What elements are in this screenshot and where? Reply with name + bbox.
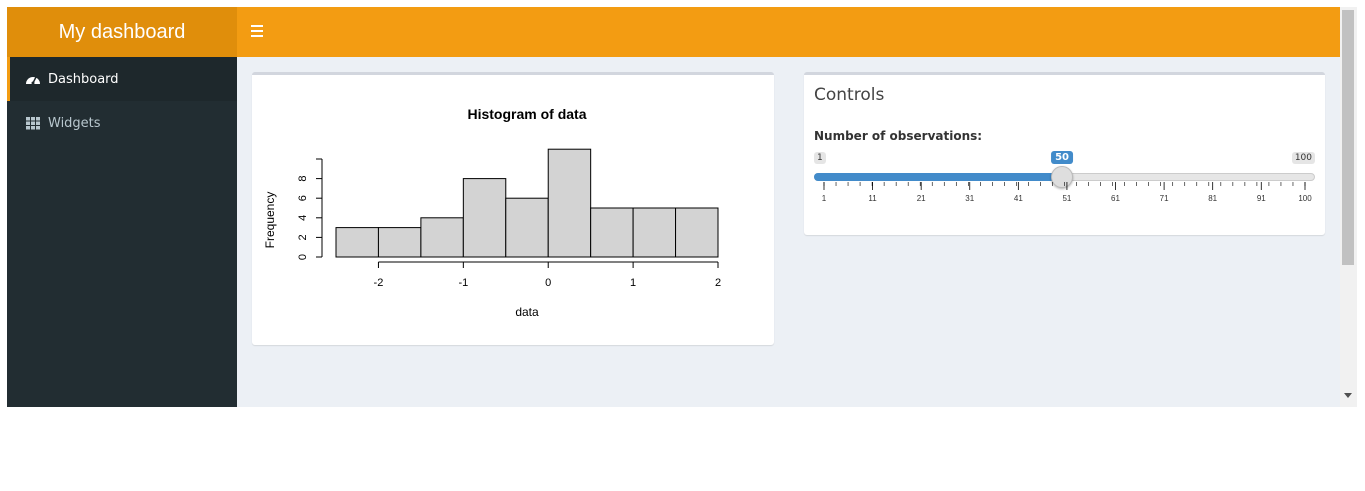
slider-tick-label: 11 — [868, 194, 877, 203]
slider-tick-label: 91 — [1257, 194, 1266, 203]
slider-min-label: 1 — [814, 152, 826, 164]
slider-tick-label: 61 — [1111, 194, 1120, 203]
vertical-scrollbar[interactable] — [1340, 7, 1357, 407]
app-logo[interactable]: My dashboard — [7, 7, 237, 57]
x-tick-label: 2 — [715, 277, 721, 289]
controls-box: Controls Number of observations: 1 100 5… — [804, 72, 1325, 235]
histogram-bar — [505, 197, 549, 258]
observations-slider[interactable]: 1 100 50 1 11 21 31 41 51 61 71 81 91 100 — [814, 148, 1315, 208]
scroll-down-icon[interactable] — [1344, 393, 1352, 398]
x-tick-label: -2 — [374, 277, 384, 289]
app-window: My dashboard Dashboard Widgets Histogram… — [7, 7, 1357, 407]
histogram-bar — [377, 227, 422, 258]
histogram-bar — [335, 227, 379, 258]
slider-tick-label: 41 — [1014, 194, 1023, 203]
chart-xlabel: data — [515, 305, 539, 319]
x-tick-label: -1 — [458, 277, 468, 289]
controls-title: Controls — [814, 85, 885, 105]
histogram-bar — [547, 148, 592, 258]
histogram-bar — [420, 217, 464, 258]
slider-fill — [814, 173, 1063, 181]
sidebar: Dashboard Widgets — [7, 57, 237, 407]
slider-tick-label: 100 — [1298, 194, 1312, 203]
y-tick-label: 0 — [297, 254, 309, 260]
grid-icon — [24, 116, 41, 130]
chart-ylabel: Frequency — [263, 192, 277, 249]
y-tick-label: 4 — [297, 215, 309, 221]
histogram-bar — [590, 207, 634, 258]
histogram-bar — [675, 207, 719, 258]
sidebar-toggle-icon[interactable] — [251, 22, 265, 42]
sidebar-item-dashboard[interactable]: Dashboard — [7, 57, 237, 101]
dashboard-icon — [24, 72, 41, 86]
histogram-bar — [632, 207, 677, 258]
x-tick-label: 0 — [545, 277, 551, 289]
slider-value-label: 50 — [1051, 151, 1074, 164]
slider-tick-label: 81 — [1208, 194, 1217, 203]
y-tick-label: 6 — [297, 195, 309, 201]
scrollbar-thumb[interactable] — [1342, 10, 1354, 265]
main-content: Histogram of data Frequency data -2 -1 0 1 2… — [237, 57, 1340, 407]
slider-tick-label: 21 — [917, 194, 926, 203]
top-navbar — [237, 7, 1340, 57]
y-tick-label: 8 — [297, 176, 309, 182]
histogram-chart: Histogram of data Frequency data -2 -1 0 1 2… — [263, 106, 721, 319]
y-tick-label: 2 — [297, 234, 309, 240]
sidebar-item-label: Dashboard — [48, 71, 119, 87]
sidebar-item-widgets[interactable]: Widgets — [7, 101, 237, 145]
slider-max-label: 100 — [1291, 152, 1315, 164]
slider-tick-label: 1 — [822, 194, 827, 203]
histogram-box: Histogram of data Frequency data -2 -1 0 1 2… — [252, 72, 774, 345]
x-tick-label: 1 — [630, 277, 636, 289]
histogram-bar — [462, 178, 507, 258]
sidebar-item-label: Widgets — [48, 115, 101, 131]
slider-tick-label: 71 — [1160, 194, 1169, 203]
slider-tick-label: 31 — [965, 194, 974, 203]
slider-tick-label: 51 — [1062, 194, 1071, 203]
observations-label: Number of observations: — [814, 129, 983, 143]
chart-title: Histogram of data — [467, 106, 586, 122]
slider-ticks: 1 11 21 31 41 51 61 71 81 91 100 — [822, 182, 1312, 203]
